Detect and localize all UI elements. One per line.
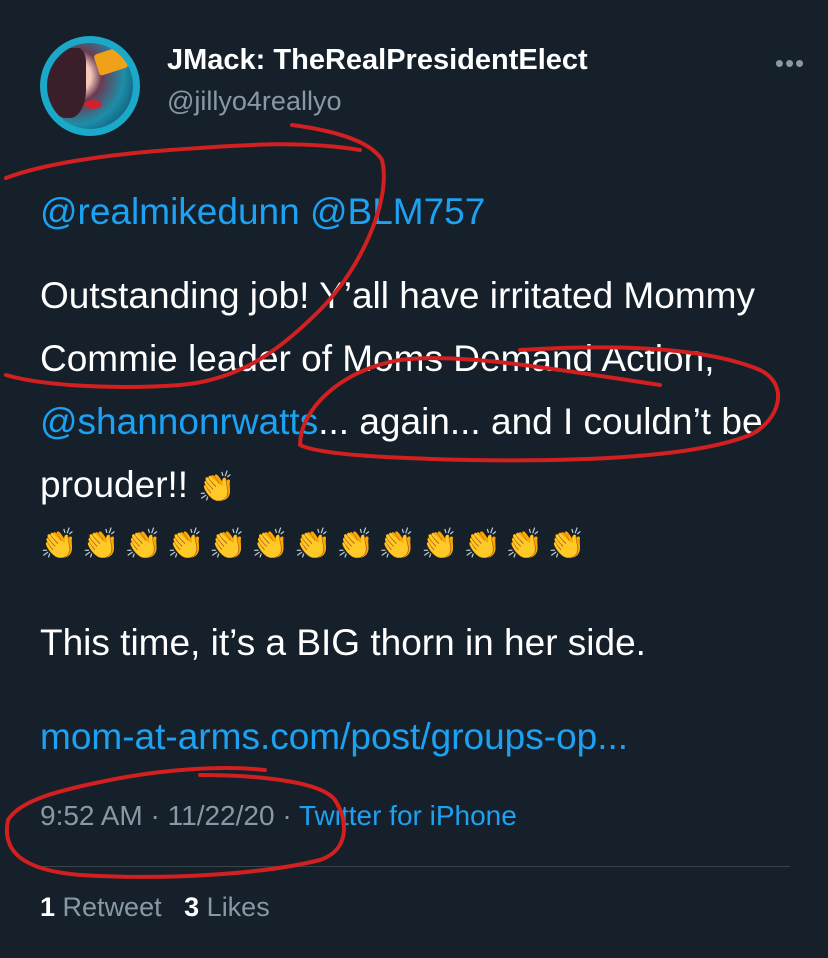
tweet-stats: 1 Retweet 3 Likes bbox=[40, 892, 270, 923]
tweet-header: JMack: TheRealPresidentElect @jillyo4rea… bbox=[40, 36, 804, 136]
mention-link[interactable]: @realmikedunn bbox=[40, 191, 300, 232]
avatar-ring bbox=[40, 36, 140, 136]
tweet-body: @realmikedunn @BLM757 Outstanding job! Y… bbox=[40, 188, 790, 761]
tweet-link[interactable]: mom-at-arms.com/post/groups-op... bbox=[40, 713, 790, 761]
tweet-text: Outstanding job! Y’all have irritated Mo… bbox=[40, 264, 790, 519]
clap-emoji-row: 👏👏👏👏👏👏👏👏👏👏👏👏👏 bbox=[40, 528, 591, 561]
tweet-text-part1: Outstanding job! Y’all have irritated Mo… bbox=[40, 275, 755, 379]
divider bbox=[40, 866, 790, 867]
author-handle[interactable]: @jillyo4reallyo bbox=[167, 86, 341, 117]
likes-count[interactable]: 3 bbox=[184, 892, 199, 922]
clap-emoji: 👏 bbox=[198, 471, 236, 504]
author-display-name[interactable]: JMack: TheRealPresidentElect bbox=[167, 44, 588, 77]
meta-separator: · bbox=[142, 800, 168, 831]
retweets-count[interactable]: 1 bbox=[40, 892, 55, 922]
tweet-meta: 9:52 AM · 11/22/20 · Twitter for iPhone bbox=[40, 800, 517, 832]
mention-link[interactable]: @BLM757 bbox=[310, 191, 485, 232]
meta-separator: · bbox=[274, 800, 299, 831]
retweets-label[interactable]: Retweet bbox=[63, 892, 162, 922]
tweet-source[interactable]: Twitter for iPhone bbox=[299, 800, 517, 831]
tweet-second-paragraph: This time, it’s a BIG thorn in her side. bbox=[40, 622, 646, 663]
more-icon[interactable]: ••• bbox=[770, 48, 810, 78]
mention-inline[interactable]: @shannonrwatts bbox=[40, 401, 318, 442]
tweet-time[interactable]: 9:52 AM bbox=[40, 800, 143, 831]
tweet-date[interactable]: 11/22/20 bbox=[168, 800, 275, 831]
likes-label[interactable]: Likes bbox=[207, 892, 270, 922]
reply-mentions: @realmikedunn @BLM757 bbox=[40, 188, 790, 236]
avatar[interactable] bbox=[40, 36, 140, 136]
